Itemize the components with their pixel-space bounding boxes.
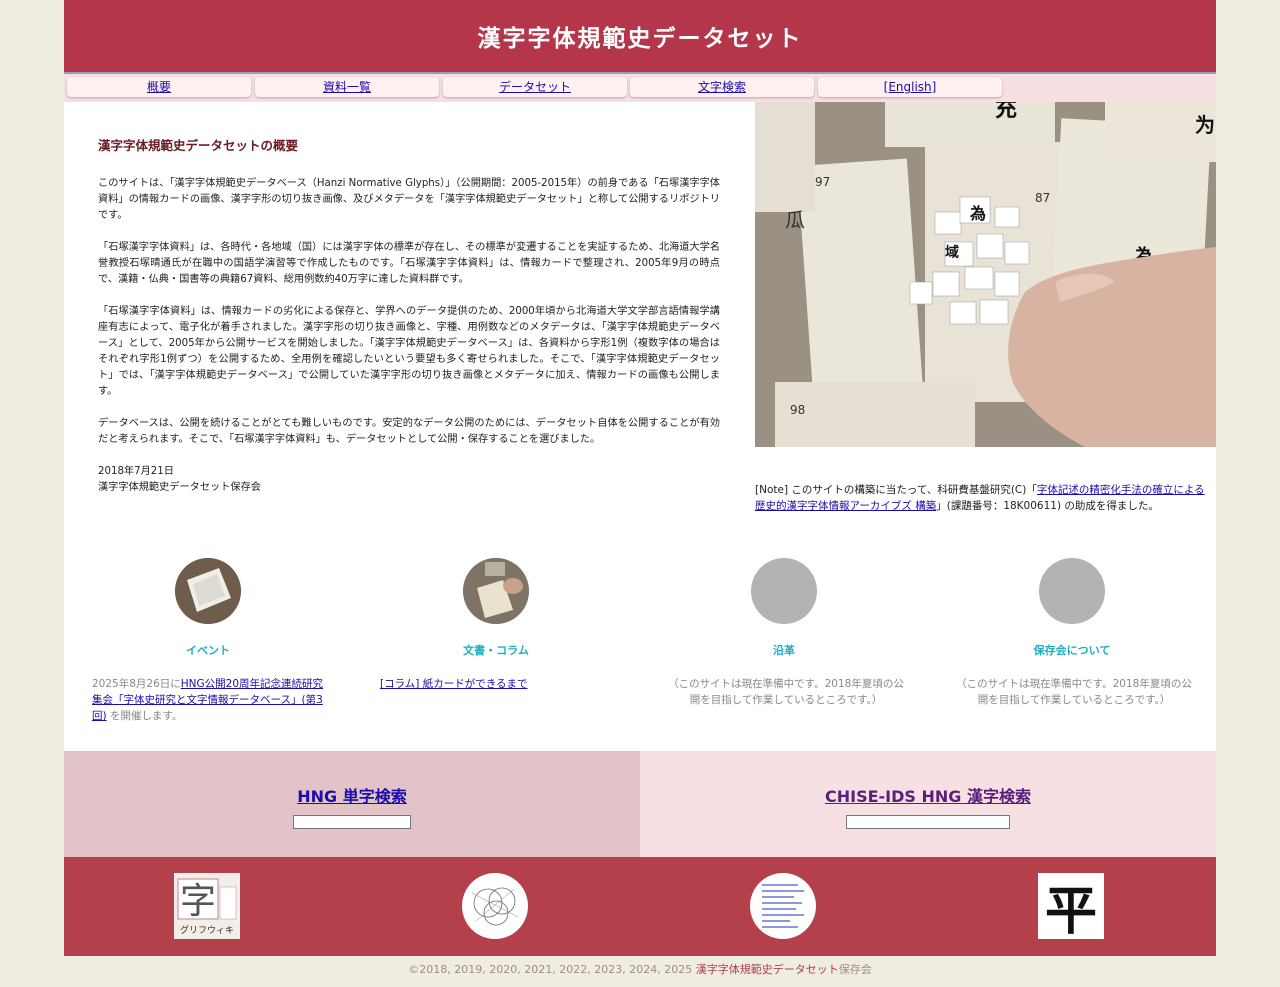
- card-history: 沿革 （このサイトは現在準備中です。2018年夏頃の公開を目指して作業していると…: [664, 558, 904, 708]
- main-content: 漢字字体規範史データセットの概要 このサイトは、「漢字字体規範史データベース（H…: [64, 102, 1216, 751]
- svg-text:87: 87: [1035, 191, 1050, 205]
- nav-english[interactable]: [English]: [818, 77, 1002, 97]
- nav-char-search[interactable]: 文字検索: [630, 77, 814, 97]
- card-events: イベント 2025年8月26日にHNG公開20周年記念連続研究集会「字体史研究と…: [88, 558, 328, 724]
- hng-search-input[interactable]: [293, 815, 411, 829]
- history-title: 沿革: [773, 644, 795, 657]
- overview-section: 漢字字体規範史データセットの概要 このサイトは、「漢字字体規範史データベース（H…: [98, 138, 720, 496]
- list-document-art: [762, 884, 804, 928]
- svg-text:为: 为: [1195, 113, 1215, 137]
- chise-search-panel: CHISE-IDS HNG 漢字検索: [640, 751, 1216, 857]
- nav-overview[interactable]: 概要: [67, 77, 251, 97]
- svg-text:為: 為: [970, 204, 986, 223]
- events-thumbnail[interactable]: [175, 558, 241, 624]
- svg-text:98: 98: [790, 403, 805, 417]
- overview-org: 漢字字体規範史データセット保存会: [98, 482, 261, 493]
- history-thumbnail: [751, 558, 817, 624]
- list-document-icon[interactable]: [750, 873, 816, 939]
- hero-photo: 充 为 為 域 為 為 97 87 98 瓜: [755, 102, 1216, 447]
- note-suffix: 」(課題番号：18K00611) の助成を得ました。: [936, 500, 1159, 512]
- site-title: 漢字字体規範史データセット: [477, 25, 803, 52]
- columns-title: 文書・コラム: [463, 644, 529, 657]
- columns-thumbnail-image: [463, 558, 529, 624]
- funding-note: [Note] このサイトの構築に当たって、科研費基盤研究(C)「字体記述の精密化…: [755, 482, 1210, 514]
- overview-paragraph-1: このサイトは、「漢字字体規範史データベース（Hanzi Normative Gl…: [98, 178, 720, 221]
- svg-text:充: 充: [995, 102, 1017, 122]
- events-desc-prefix: 2025年8月26日に: [92, 678, 181, 690]
- svg-text:97: 97: [815, 175, 830, 189]
- nav-bar: 概要 資料一覧 データセット 文字検索 [English]: [64, 74, 1216, 102]
- column-link[interactable]: [コラム] 紙カードができるまで: [380, 678, 528, 690]
- glyphwiki-logo-art: 字 グリフウィキ: [174, 873, 240, 939]
- card-columns: 文書・コラム [コラム] 紙カードができるまで: [376, 558, 616, 692]
- footer-links: 字 グリフウィキ 平: [64, 857, 1216, 956]
- chise-search-link[interactable]: CHISE-IDS HNG 漢字検索: [640, 783, 1216, 807]
- about-desc: （このサイトは現在準備中です。2018年夏頃の公開を目指して作業しているところで…: [956, 678, 1192, 706]
- copyright-years: ©2018, 2019, 2020, 2021, 2022, 2023, 202…: [408, 963, 696, 976]
- page: 漢字字体規範史データセット 概要 資料一覧 データセット 文字検索 [Engli…: [64, 0, 1216, 987]
- events-thumbnail-image: [175, 558, 241, 624]
- hng-search-panel: HNG 単字検索: [64, 751, 640, 857]
- svg-text:域: 域: [945, 244, 959, 261]
- columns-desc: [コラム] 紙カードができるまで: [376, 676, 616, 692]
- hei-char: 平: [1045, 881, 1097, 939]
- glyphwiki-logo[interactable]: 字 グリフウィキ: [174, 873, 240, 939]
- copyright-suffix: 保存会: [838, 963, 872, 976]
- events-desc-suffix: を開催します。: [106, 710, 183, 722]
- nav-dataset[interactable]: データセット: [443, 77, 627, 97]
- venn-diagram-art: [471, 887, 519, 926]
- hng-search-link[interactable]: HNG 単字検索: [64, 783, 640, 807]
- hei-character-icon[interactable]: 平: [1038, 873, 1104, 939]
- svg-text:瓜: 瓜: [785, 208, 805, 232]
- glyphwiki-name: グリフウィキ: [180, 924, 234, 936]
- note-prefix: [Note] このサイトの構築に当たって、科研費基盤研究(C)「: [755, 484, 1037, 496]
- events-title: イベント: [186, 644, 230, 657]
- overview-paragraph-3: 「石塚漢字字体資料」は、情報カードの劣化による保存と、学界へのデータ提供のため、…: [98, 306, 720, 397]
- glyphwiki-char: 字: [180, 881, 216, 922]
- about-title: 保存会について: [1033, 644, 1111, 657]
- card-about: 保存会について （このサイトは現在準備中です。2018年夏頃の公開を目指して作業…: [952, 558, 1192, 708]
- overview-paragraph-4: データベースは、公開を続けることがとても難しいものです。安定的なデータ公開のため…: [98, 418, 720, 445]
- venn-diagram-icon[interactable]: [462, 873, 528, 939]
- columns-thumbnail[interactable]: [463, 558, 529, 624]
- overview-heading: 漢字字体規範史データセットの概要: [98, 138, 299, 153]
- copyright-org: 漢字字体規範史データセット: [695, 963, 839, 976]
- hei-character-art: 平: [1038, 873, 1104, 939]
- overview-date: 2018年7月21日: [98, 466, 174, 477]
- events-desc: 2025年8月26日にHNG公開20周年記念連続研究集会「字体史研究と文字情報デ…: [88, 676, 328, 724]
- history-desc: （このサイトは現在準備中です。2018年夏頃の公開を目指して作業しているところで…: [668, 678, 904, 706]
- nav-materials[interactable]: 資料一覧: [255, 77, 439, 97]
- hero-photo-illustration: 充 为 為 域 為 為 97 87 98 瓜: [755, 102, 1216, 447]
- copyright: ©2018, 2019, 2020, 2021, 2022, 2023, 202…: [64, 961, 1216, 977]
- overview-paragraph-2: 「石塚漢字字体資料」は、各時代・各地域（国）には漢字字体の標準が存在し、その標準…: [98, 242, 720, 285]
- about-thumbnail: [1039, 558, 1105, 624]
- site-header: 漢字字体規範史データセット: [64, 0, 1216, 74]
- chise-search-input[interactable]: [846, 815, 1010, 829]
